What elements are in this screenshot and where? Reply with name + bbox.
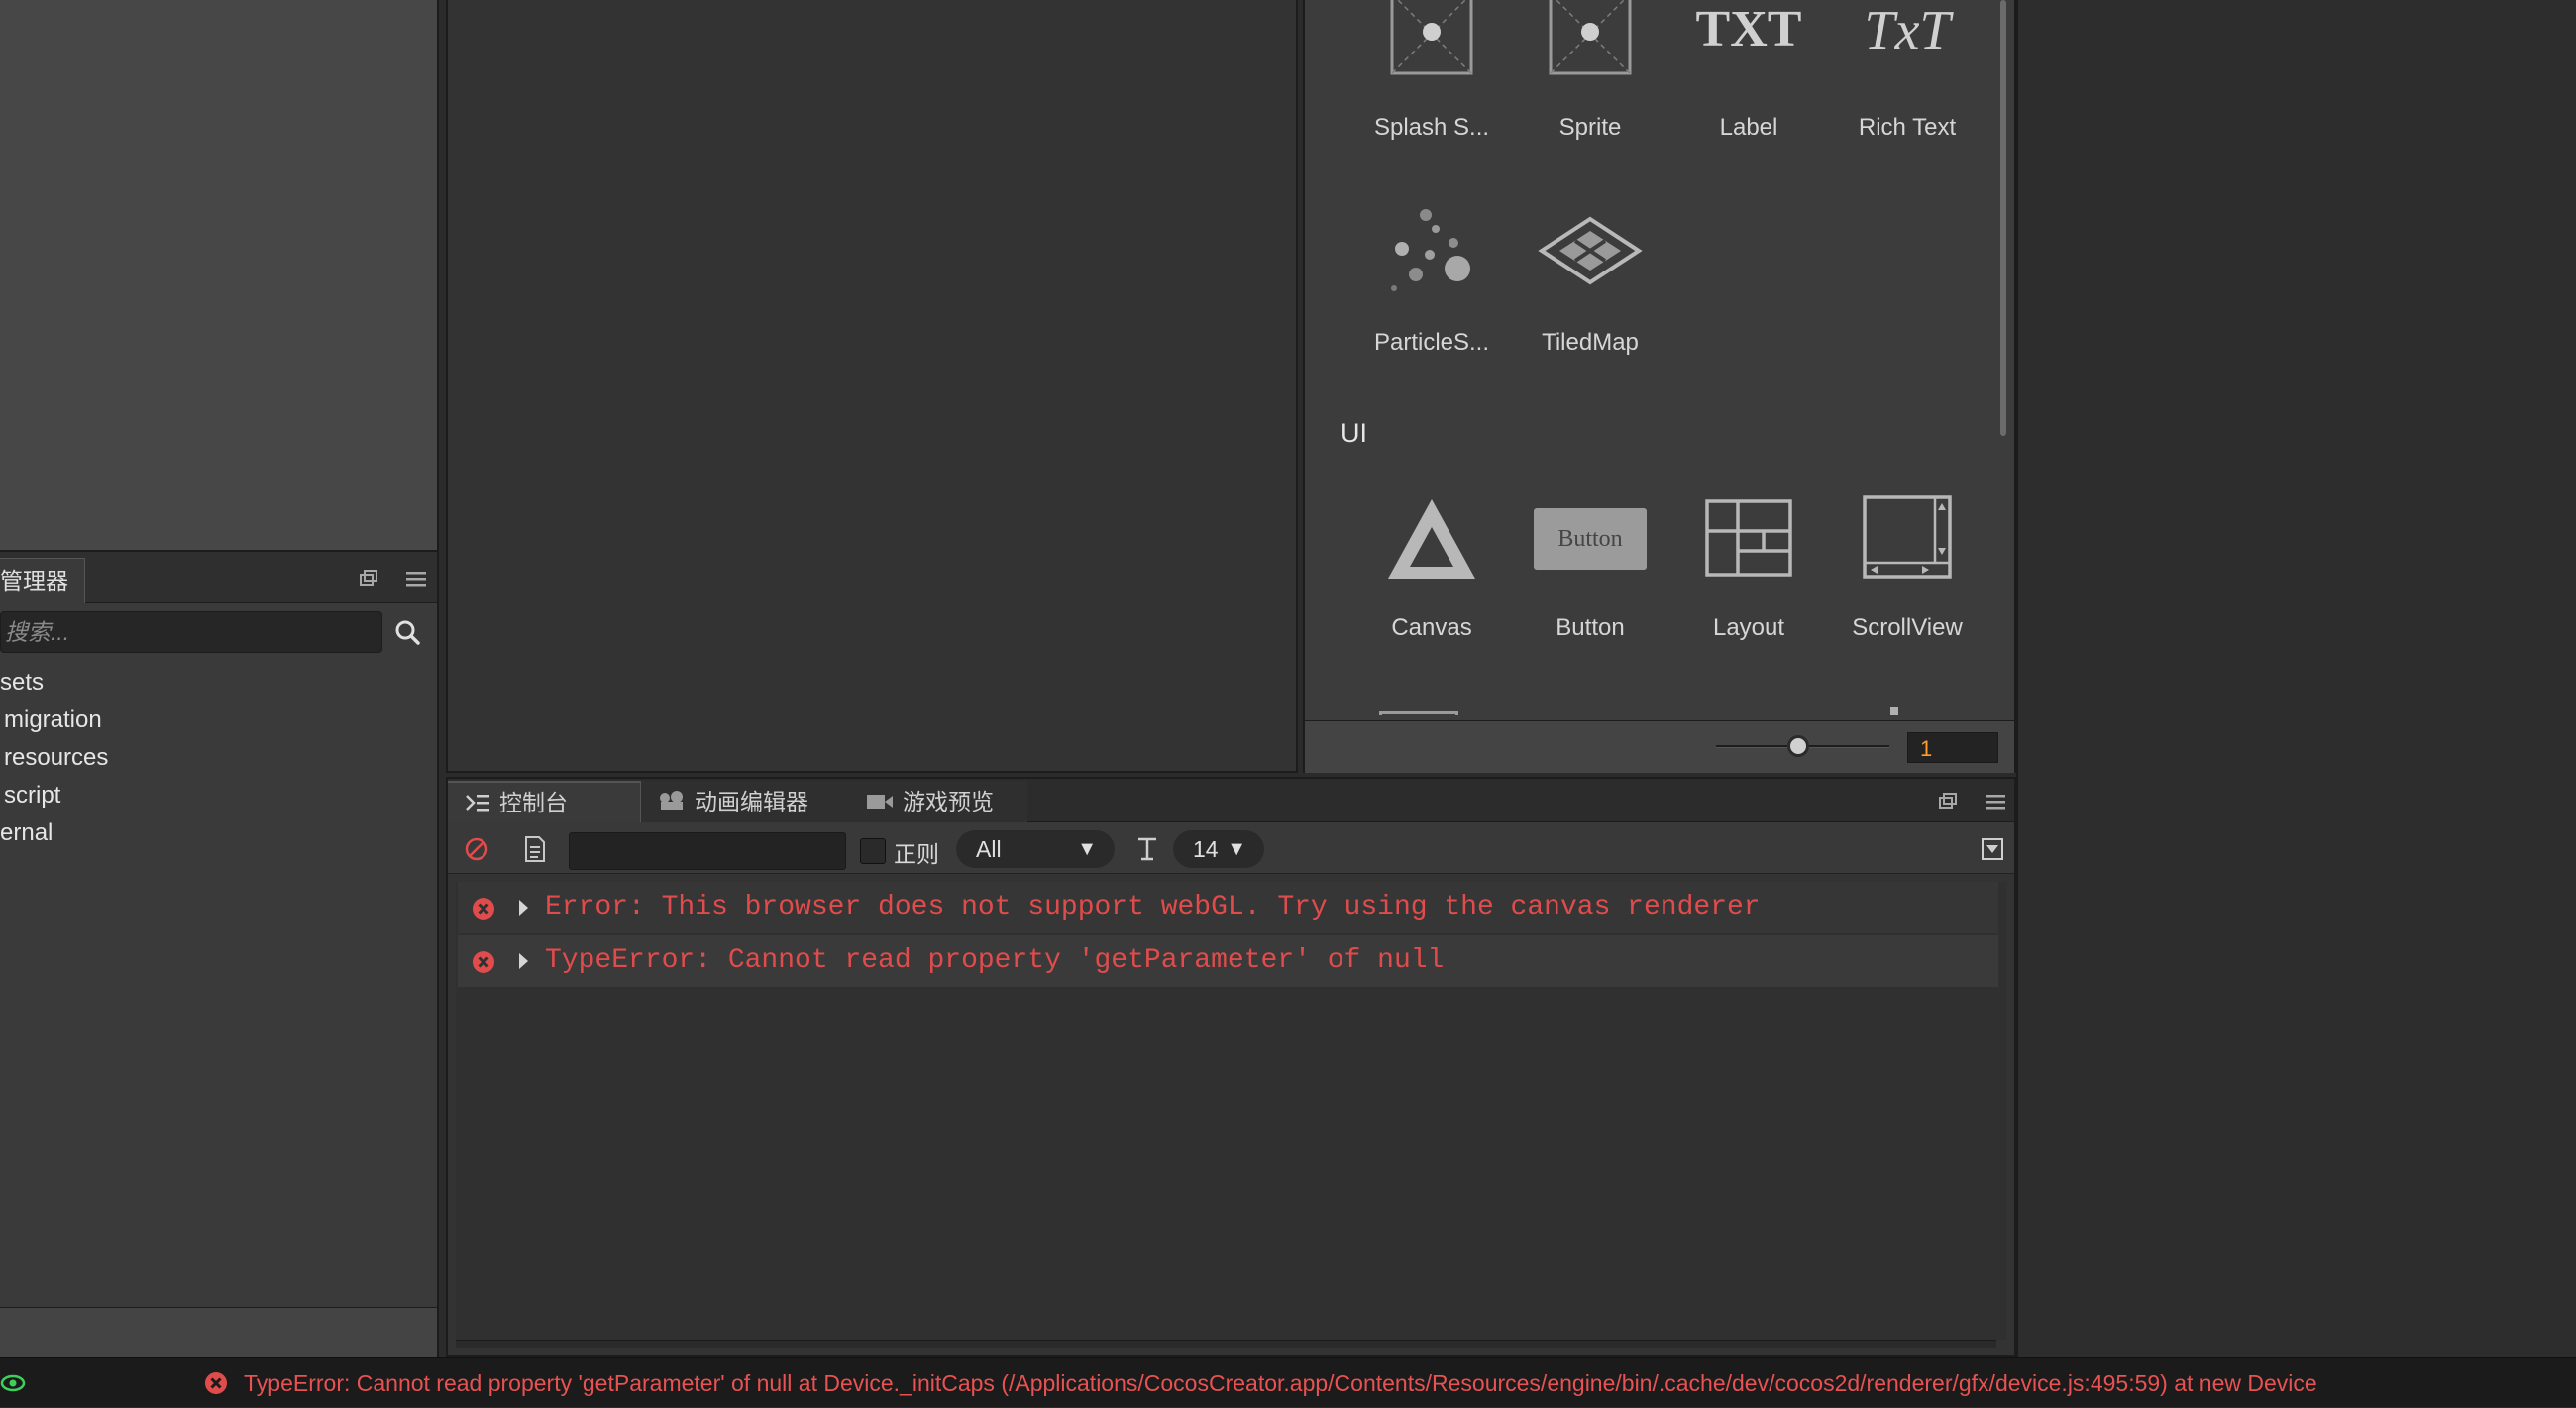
console-icon [464,791,491,814]
popout-icon[interactable] [353,564,382,594]
console-log-list: Error: This browser does not support web… [456,882,2006,1340]
tree-item-script[interactable]: script [4,782,60,810]
next-item-icon [1379,711,1458,715]
lib-item-label: TiledMap [1542,329,1639,356]
tree-item-internal[interactable]: ernal [0,819,53,847]
lib-item-particle[interactable]: ParticleS... [1357,203,1506,357]
assets-tabbar: 管理器 [0,552,437,603]
log-level-value: All [976,836,1002,862]
tiledmap-icon [1516,203,1664,294]
zoom-slider-knob[interactable] [1787,735,1809,757]
chevron-down-icon: ▼ [1077,838,1097,860]
richtext-icon: TxT [1864,0,1951,61]
lib-item-scrollview[interactable]: ScrollView [1833,493,1982,642]
chevron-down-icon: ▼ [1227,838,1246,860]
tab-preview-label: 游戏预览 [903,789,994,814]
lib-item-sprite[interactable]: Sprite [1516,0,1664,142]
layout-icon [1674,493,1823,585]
log-entry[interactable]: Error: This browser does not support web… [458,882,1998,933]
log-message: Error: This browser does not support web… [545,892,1761,922]
assets-search-input[interactable]: 搜索... [0,611,382,653]
particle-icon [1357,203,1506,294]
clear-icon[interactable] [462,834,491,864]
camera-icon [865,791,895,812]
library-scrollbar[interactable] [2000,0,2006,436]
scrollview-icon [1833,493,1982,585]
tab-console[interactable]: 控制台 [448,781,641,822]
canvas-icon [1357,493,1506,585]
lib-item-tiledmap[interactable]: TiledMap [1516,203,1664,357]
lib-item-label-node[interactable]: TXT Label [1674,0,1823,142]
tree-item-resources[interactable]: resources [4,744,108,772]
tab-game-preview[interactable]: 游戏预览 [849,781,1027,822]
inspector-panel [2016,0,2576,1357]
font-size-select[interactable]: 14 ▼ [1173,830,1264,868]
regex-label: 正则 [894,841,939,867]
font-size-value: 14 [1193,836,1219,862]
assets-panel: 管理器 搜索... sets migration resources scrip… [0,550,439,1359]
lib-item-label: ParticleS... [1373,329,1490,356]
log-entry[interactable]: TypeError: Cannot read property 'getPara… [458,935,1998,987]
assets-tab-label: 管理器 [0,568,68,594]
console-horizontal-scrollbar[interactable] [456,1340,1996,1348]
expand-arrow-icon[interactable] [519,953,528,969]
tree-item-assets[interactable]: sets [0,669,44,697]
tab-assets[interactable]: 管理器 [0,558,85,603]
error-icon [204,1371,228,1395]
tab-animation-label: 动画编辑器 [695,789,808,814]
menu-icon[interactable] [401,564,431,594]
lib-item-richtext[interactable]: TxT Rich Text [1833,0,1982,142]
open-log-file-icon[interactable] [521,834,549,864]
log-filter-input[interactable] [569,832,846,870]
eye-icon[interactable] [0,1371,26,1395]
library-footer: 1 [1305,720,2014,773]
tab-console-label: 控制台 [499,790,568,815]
console-tabbar: 控制台 动画编辑器 游戏预览 [448,779,2014,822]
hierarchy-panel [0,0,439,550]
lib-item-label: Layout [1712,614,1785,641]
lib-item-button[interactable]: Button Button [1516,493,1664,642]
error-icon [472,950,495,974]
font-size-icon [1133,834,1161,864]
button-icon: Button [1516,493,1664,585]
console-panel: 控制台 动画编辑器 游戏预览 正则 All ▼ 14 ▼ Error: This… [446,777,2016,1357]
image-placeholder-icon [1516,0,1664,75]
image-placeholder-icon [1357,0,1506,75]
lib-item-label: Label [1719,114,1778,141]
assets-footer [0,1307,437,1359]
node-library-panel: Splash S... Sprite TXT Label TxT Rich Te… [1303,0,2016,773]
lib-item-label: ScrollView [1852,614,1963,641]
lib-item-label: Sprite [1558,114,1622,141]
status-message[interactable]: TypeError: Cannot read property 'getPara… [244,1358,2317,1408]
button-icon-label: Button [1534,508,1647,570]
collapse-icon[interactable] [1980,836,2005,862]
tree-item-migration[interactable]: migration [4,706,102,734]
lib-item-label: Splash S... [1373,114,1490,141]
scene-view[interactable] [446,0,1298,773]
tab-animation-editor[interactable]: 动画编辑器 [641,781,849,822]
error-icon [472,897,495,921]
lib-item-splash[interactable]: Splash S... [1357,0,1506,142]
lib-item-layout[interactable]: Layout [1674,493,1823,642]
section-title-ui: UI [1341,418,1367,448]
animation-icon [657,790,687,813]
lib-item-label: Button [1556,614,1625,641]
regex-checkbox[interactable] [860,838,886,864]
next-item-icon [1890,707,1898,715]
txt-icon: TXT [1695,1,1802,57]
status-bar: TypeError: Cannot read property 'getPara… [0,1357,2576,1407]
lib-item-label: Canvas [1391,614,1472,641]
search-icon[interactable] [388,613,426,651]
log-level-select[interactable]: All ▼ [956,830,1115,868]
lib-item-label: Rich Text [1858,114,1957,141]
expand-arrow-icon[interactable] [519,900,528,916]
log-message: TypeError: Cannot read property 'getPara… [545,945,1445,976]
node-library-list: Splash S... Sprite TXT Label TxT Rich Te… [1305,0,2012,715]
popout-icon[interactable] [1932,787,1962,816]
zoom-value-input[interactable]: 1 [1907,732,1998,763]
console-toolbar: 正则 All ▼ 14 ▼ [448,822,2014,874]
lib-item-canvas[interactable]: Canvas [1357,493,1506,642]
menu-icon[interactable] [1981,787,2010,816]
